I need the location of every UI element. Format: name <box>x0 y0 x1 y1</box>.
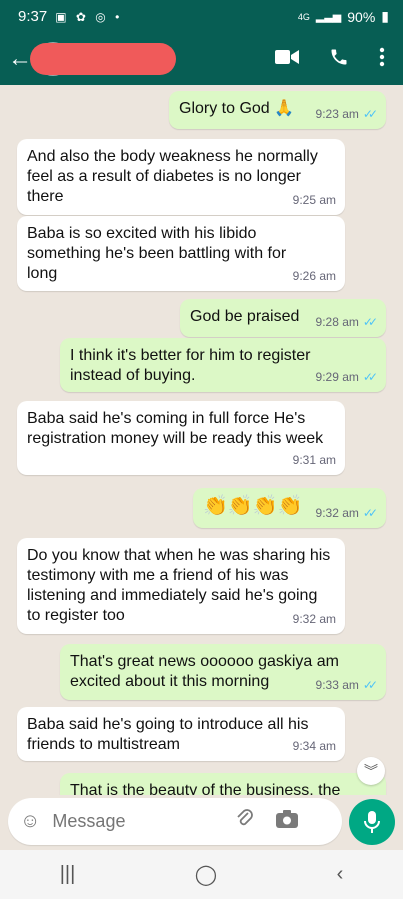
message-meta: 9:31 am <box>293 450 336 470</box>
message-time: 9:33 am <box>315 678 359 692</box>
message-meta: 9:29 am ✓✓ <box>315 367 379 387</box>
message-text: That is the beauty of the business, the <box>70 782 341 795</box>
home-icon[interactable]: ◯ <box>195 862 217 887</box>
mic-icon <box>364 811 380 833</box>
read-receipt-icon: ✓✓ <box>362 506 378 520</box>
message-meta: 9:26 am <box>293 266 336 286</box>
message-text: Baba is so excited with his libido somet… <box>27 225 287 282</box>
message-time: 9:32 am <box>315 506 359 520</box>
signal-icon: ▂▃▅ <box>315 11 342 23</box>
scroll-down-button[interactable]: ︾ <box>357 757 385 785</box>
message-text: I think it's better for him to register … <box>70 347 311 384</box>
read-receipt-icon: ✓✓ <box>362 315 378 329</box>
message-time: 9:23 am <box>315 107 359 121</box>
message-bubble[interactable]: Baba said he's going to introduce all hi… <box>17 707 345 761</box>
mic-button[interactable] <box>349 799 395 845</box>
message-bubble[interactable]: Glory to God 🙏 9:23 am ✓✓ <box>169 91 386 129</box>
message-input-container: ☺ <box>8 798 342 845</box>
attach-icon[interactable] <box>236 808 254 835</box>
message-text: Baba said he's coming in full force He's… <box>27 410 324 447</box>
message-time: 9:31 am <box>292 453 336 467</box>
battery-icon: ▮ <box>381 8 389 24</box>
recent-apps-icon[interactable]: ||| <box>60 863 76 886</box>
message-meta: 9:32 am ✓✓ <box>315 503 379 523</box>
status-right: 4G ▂▃▅ 90% ▮ <box>298 8 389 25</box>
emoji-icon[interactable]: ☺ <box>20 810 40 833</box>
camera-icon[interactable] <box>276 810 299 833</box>
message-bubble[interactable]: Baba said he's coming in full force He's… <box>17 401 345 475</box>
message-time: 9:29 am <box>315 370 359 384</box>
message-time: 9:34 am <box>292 739 336 753</box>
video-call-icon[interactable] <box>275 49 299 70</box>
message-bubble[interactable]: Do you know that when he was sharing his… <box>17 538 345 634</box>
arrow-left-icon[interactable]: ← <box>8 45 32 73</box>
message-meta: 9:33 am ✓✓ <box>315 675 379 695</box>
back-nav-icon[interactable]: ‹ <box>337 863 344 886</box>
more-vert-icon[interactable] <box>379 47 385 72</box>
message-input[interactable] <box>50 810 225 833</box>
composer: ☺ <box>0 795 403 850</box>
battery-label: 90% <box>347 8 376 25</box>
phone-icon[interactable] <box>329 47 349 72</box>
chat-area[interactable]: Glory to God 🙏 9:23 am ✓✓ And also the bo… <box>0 85 403 795</box>
message-bubble[interactable]: And also the body weakness he normally f… <box>17 139 345 215</box>
message-bubble[interactable]: 👏👏👏👏 9:32 am ✓✓ <box>193 488 386 528</box>
message-time: 9:26 am <box>292 269 336 283</box>
message-bubble[interactable]: God be praised 9:28 am ✓✓ <box>180 299 386 337</box>
notification-icons: ▣ ✿ ◎ • <box>55 9 123 24</box>
message-bubble[interactable]: I think it's better for him to register … <box>60 338 386 392</box>
chevron-down-icon: ︾ <box>364 763 378 779</box>
message-meta: 9:34 am <box>293 736 336 756</box>
header-actions <box>275 47 385 72</box>
chat-header: ← <box>0 33 403 85</box>
read-receipt-icon: ✓✓ <box>362 678 378 692</box>
message-bubble[interactable]: That is the beauty of the business, the <box>60 773 386 795</box>
message-text: Baba said he's going to introduce all hi… <box>27 716 309 753</box>
message-bubble[interactable]: That's great news oooooo gaskiya am exci… <box>60 644 386 700</box>
read-receipt-icon: ✓✓ <box>362 370 378 384</box>
contact-name-redacted[interactable] <box>30 43 176 75</box>
message-time: 9:25 am <box>292 193 336 207</box>
message-text: God be praised <box>190 308 300 325</box>
message-meta: 9:25 am <box>293 190 336 210</box>
status-bar: 9:37 ▣ ✿ ◎ • 4G ▂▃▅ 90% ▮ <box>0 0 403 33</box>
message-time: 9:32 am <box>292 612 336 626</box>
message-time: 9:28 am <box>315 315 359 329</box>
system-nav-bar: ||| ◯ ‹ <box>0 850 403 899</box>
message-meta: 9:32 am <box>293 609 336 629</box>
read-receipt-icon: ✓✓ <box>362 107 378 121</box>
message-text: Glory to God 🙏 <box>179 100 295 117</box>
network-label: 4G <box>297 11 310 22</box>
message-text: Do you know that when he was sharing his… <box>27 547 331 624</box>
message-bubble[interactable]: Baba is so excited with his libido somet… <box>17 216 345 291</box>
message-meta: 9:28 am ✓✓ <box>315 312 379 332</box>
status-time: 9:37 <box>18 8 48 25</box>
message-text: And also the body weakness he normally f… <box>27 148 318 205</box>
message-text: 👏👏👏👏 <box>203 495 303 517</box>
message-meta: 9:23 am ✓✓ <box>315 104 379 124</box>
